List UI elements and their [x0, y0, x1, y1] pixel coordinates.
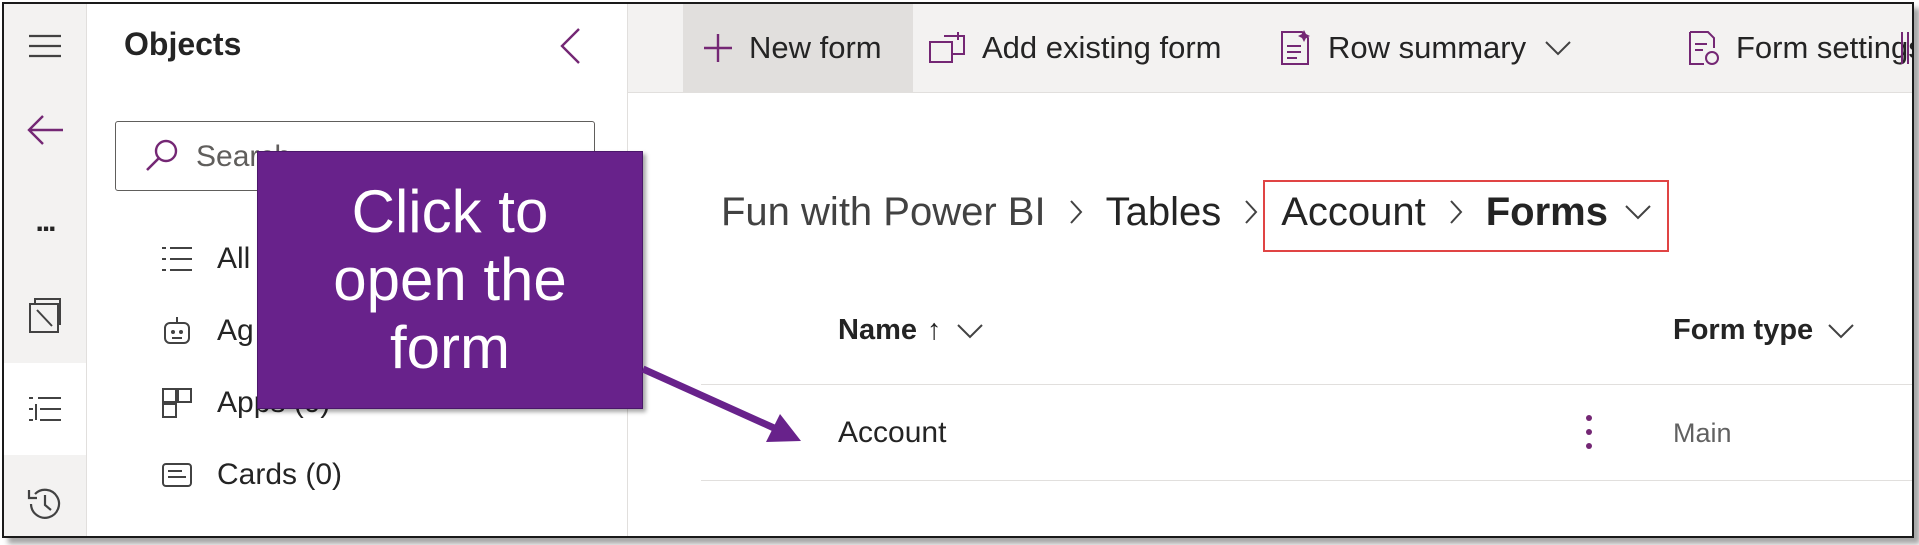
app-window: ... Objects Search All Ag Apps Cards (0)…: [2, 2, 1914, 538]
callout-arrow-icon: [641, 365, 801, 442]
